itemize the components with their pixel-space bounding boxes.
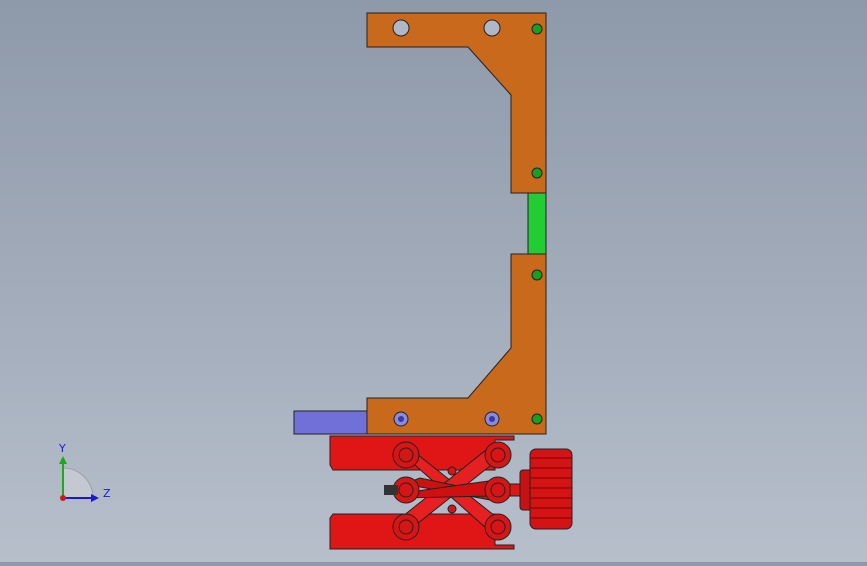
z-axis-label: Z [103, 487, 111, 500]
bracket-lower[interactable] [366, 253, 547, 435]
graphics-viewport[interactable]: Y Z [0, 0, 867, 562]
scissor-jack[interactable] [329, 435, 523, 550]
y-axis-label: Y [58, 442, 66, 455]
screw[interactable] [531, 23, 543, 35]
model-view[interactable] [0, 0, 867, 562]
bolt-inner [489, 416, 495, 422]
mounting-hole[interactable] [392, 19, 410, 37]
screw[interactable] [531, 413, 543, 425]
blue-block[interactable] [293, 410, 369, 435]
bracket-upper[interactable] [366, 12, 547, 194]
adjust-knob[interactable] [519, 448, 573, 530]
screw[interactable] [531, 167, 543, 179]
mounting-hole[interactable] [483, 19, 501, 37]
green-spacer[interactable] [527, 192, 547, 255]
orientation-triad[interactable]: Y Z [40, 440, 120, 510]
bolt-inner [398, 416, 404, 422]
origin-point [60, 495, 66, 501]
screw[interactable] [531, 269, 543, 281]
